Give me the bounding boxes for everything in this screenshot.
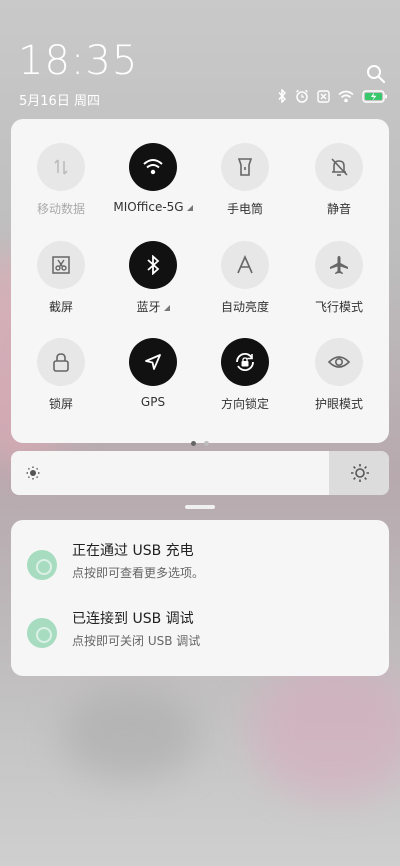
tile-flashlight[interactable]: 手电筒 (200, 143, 290, 217)
brightness-slider[interactable] (11, 451, 389, 495)
tile-eye-comfort[interactable]: 护眼模式 (294, 338, 384, 412)
bell-off-icon (315, 143, 363, 191)
notification-title: 正在通过 USB 充电 (72, 543, 194, 559)
tile-screenshot[interactable]: 截屏 (16, 241, 106, 315)
wifi-icon (129, 143, 177, 191)
tile-lock-screen[interactable]: 锁屏 (16, 338, 106, 412)
tile-label: 飞行模式 (314, 300, 363, 314)
eye-icon (315, 338, 363, 386)
tile-label: 锁屏 (48, 397, 73, 411)
tile-rotation-lock[interactable]: 方向锁定 (200, 338, 290, 412)
status-icons (277, 89, 388, 103)
tile-gps[interactable]: GPS (108, 338, 198, 409)
expand-triangle-icon (163, 304, 170, 311)
notification-subtitle: 点按即可查看更多选项。 (72, 566, 205, 580)
clock-time[interactable]: 18:35 (18, 38, 138, 84)
tile-label-text: 蓝牙 (136, 300, 161, 314)
bluetooth-icon (129, 241, 177, 289)
tile-label: MIOffice-5G (108, 200, 198, 214)
tile-auto-brightness[interactable]: 自动亮度 (200, 241, 290, 315)
battery-charging-icon (362, 89, 387, 103)
tile-mute[interactable]: 静音 (294, 143, 384, 217)
tile-label: 方向锁定 (220, 397, 269, 411)
tile-label: 护眼模式 (314, 397, 363, 411)
no-sim-icon (317, 89, 330, 103)
tile-mobile-data[interactable]: 移动数据 (16, 143, 106, 217)
page-dot[interactable] (204, 441, 209, 446)
scissors-icon (37, 241, 85, 289)
brightness-low-icon (26, 466, 40, 480)
tile-label: 自动亮度 (220, 300, 269, 314)
notification-card: 正在通过 USB 充电 点按即可查看更多选项。 已连接到 USB 调试 点按即可… (11, 520, 389, 676)
tile-label: 手电筒 (226, 202, 263, 216)
panel-drag-handle[interactable] (185, 505, 215, 509)
bluetooth-icon (278, 89, 287, 103)
lock-icon (37, 338, 85, 386)
alarm-icon (296, 89, 308, 103)
tile-label-text: MIOffice-5G (113, 200, 184, 214)
tile-label: 移动数据 (36, 202, 85, 216)
mobile-data-icon (37, 143, 85, 191)
notification-subtitle: 点按即可关闭 USB 调试 (72, 634, 201, 648)
tile-label: 截屏 (48, 300, 73, 314)
navigation-arrow-icon (129, 338, 177, 386)
airplane-icon (315, 241, 363, 289)
tile-label: 蓝牙 (108, 298, 198, 315)
brightness-thumb[interactable] (329, 451, 389, 495)
tile-label: GPS (140, 395, 166, 409)
search-icon[interactable] (366, 64, 386, 84)
notification-usb-charging[interactable]: 正在通过 USB 充电 点按即可查看更多选项。 (11, 536, 389, 596)
tile-bluetooth[interactable]: 蓝牙 (108, 241, 198, 315)
expand-triangle-icon (186, 204, 193, 211)
notification-title: 已连接到 USB 调试 (72, 611, 194, 627)
clock-date[interactable]: 5月16日 周四 (19, 90, 100, 109)
android-debug-icon (27, 618, 57, 648)
wifi-icon (338, 90, 354, 102)
notification-usb-debugging[interactable]: 已连接到 USB 调试 点按即可关闭 USB 调试 (11, 604, 389, 664)
tile-label: 静音 (326, 202, 351, 216)
flashlight-icon (221, 143, 269, 191)
page-indicator (11, 431, 389, 450)
tile-wifi[interactable]: MIOffice-5G (108, 143, 198, 214)
rotation-lock-icon (221, 338, 269, 386)
letter-a-icon (221, 241, 269, 289)
tile-airplane[interactable]: 飞行模式 (294, 241, 384, 315)
android-debug-icon (27, 550, 57, 580)
page-dot-active[interactable] (191, 441, 196, 446)
brightness-high-icon (351, 464, 369, 482)
quick-settings-panel: 移动数据 MIOffice-5G 手电筒 静音 截屏 蓝牙 自动亮度 飞行模式 … (11, 119, 389, 446)
